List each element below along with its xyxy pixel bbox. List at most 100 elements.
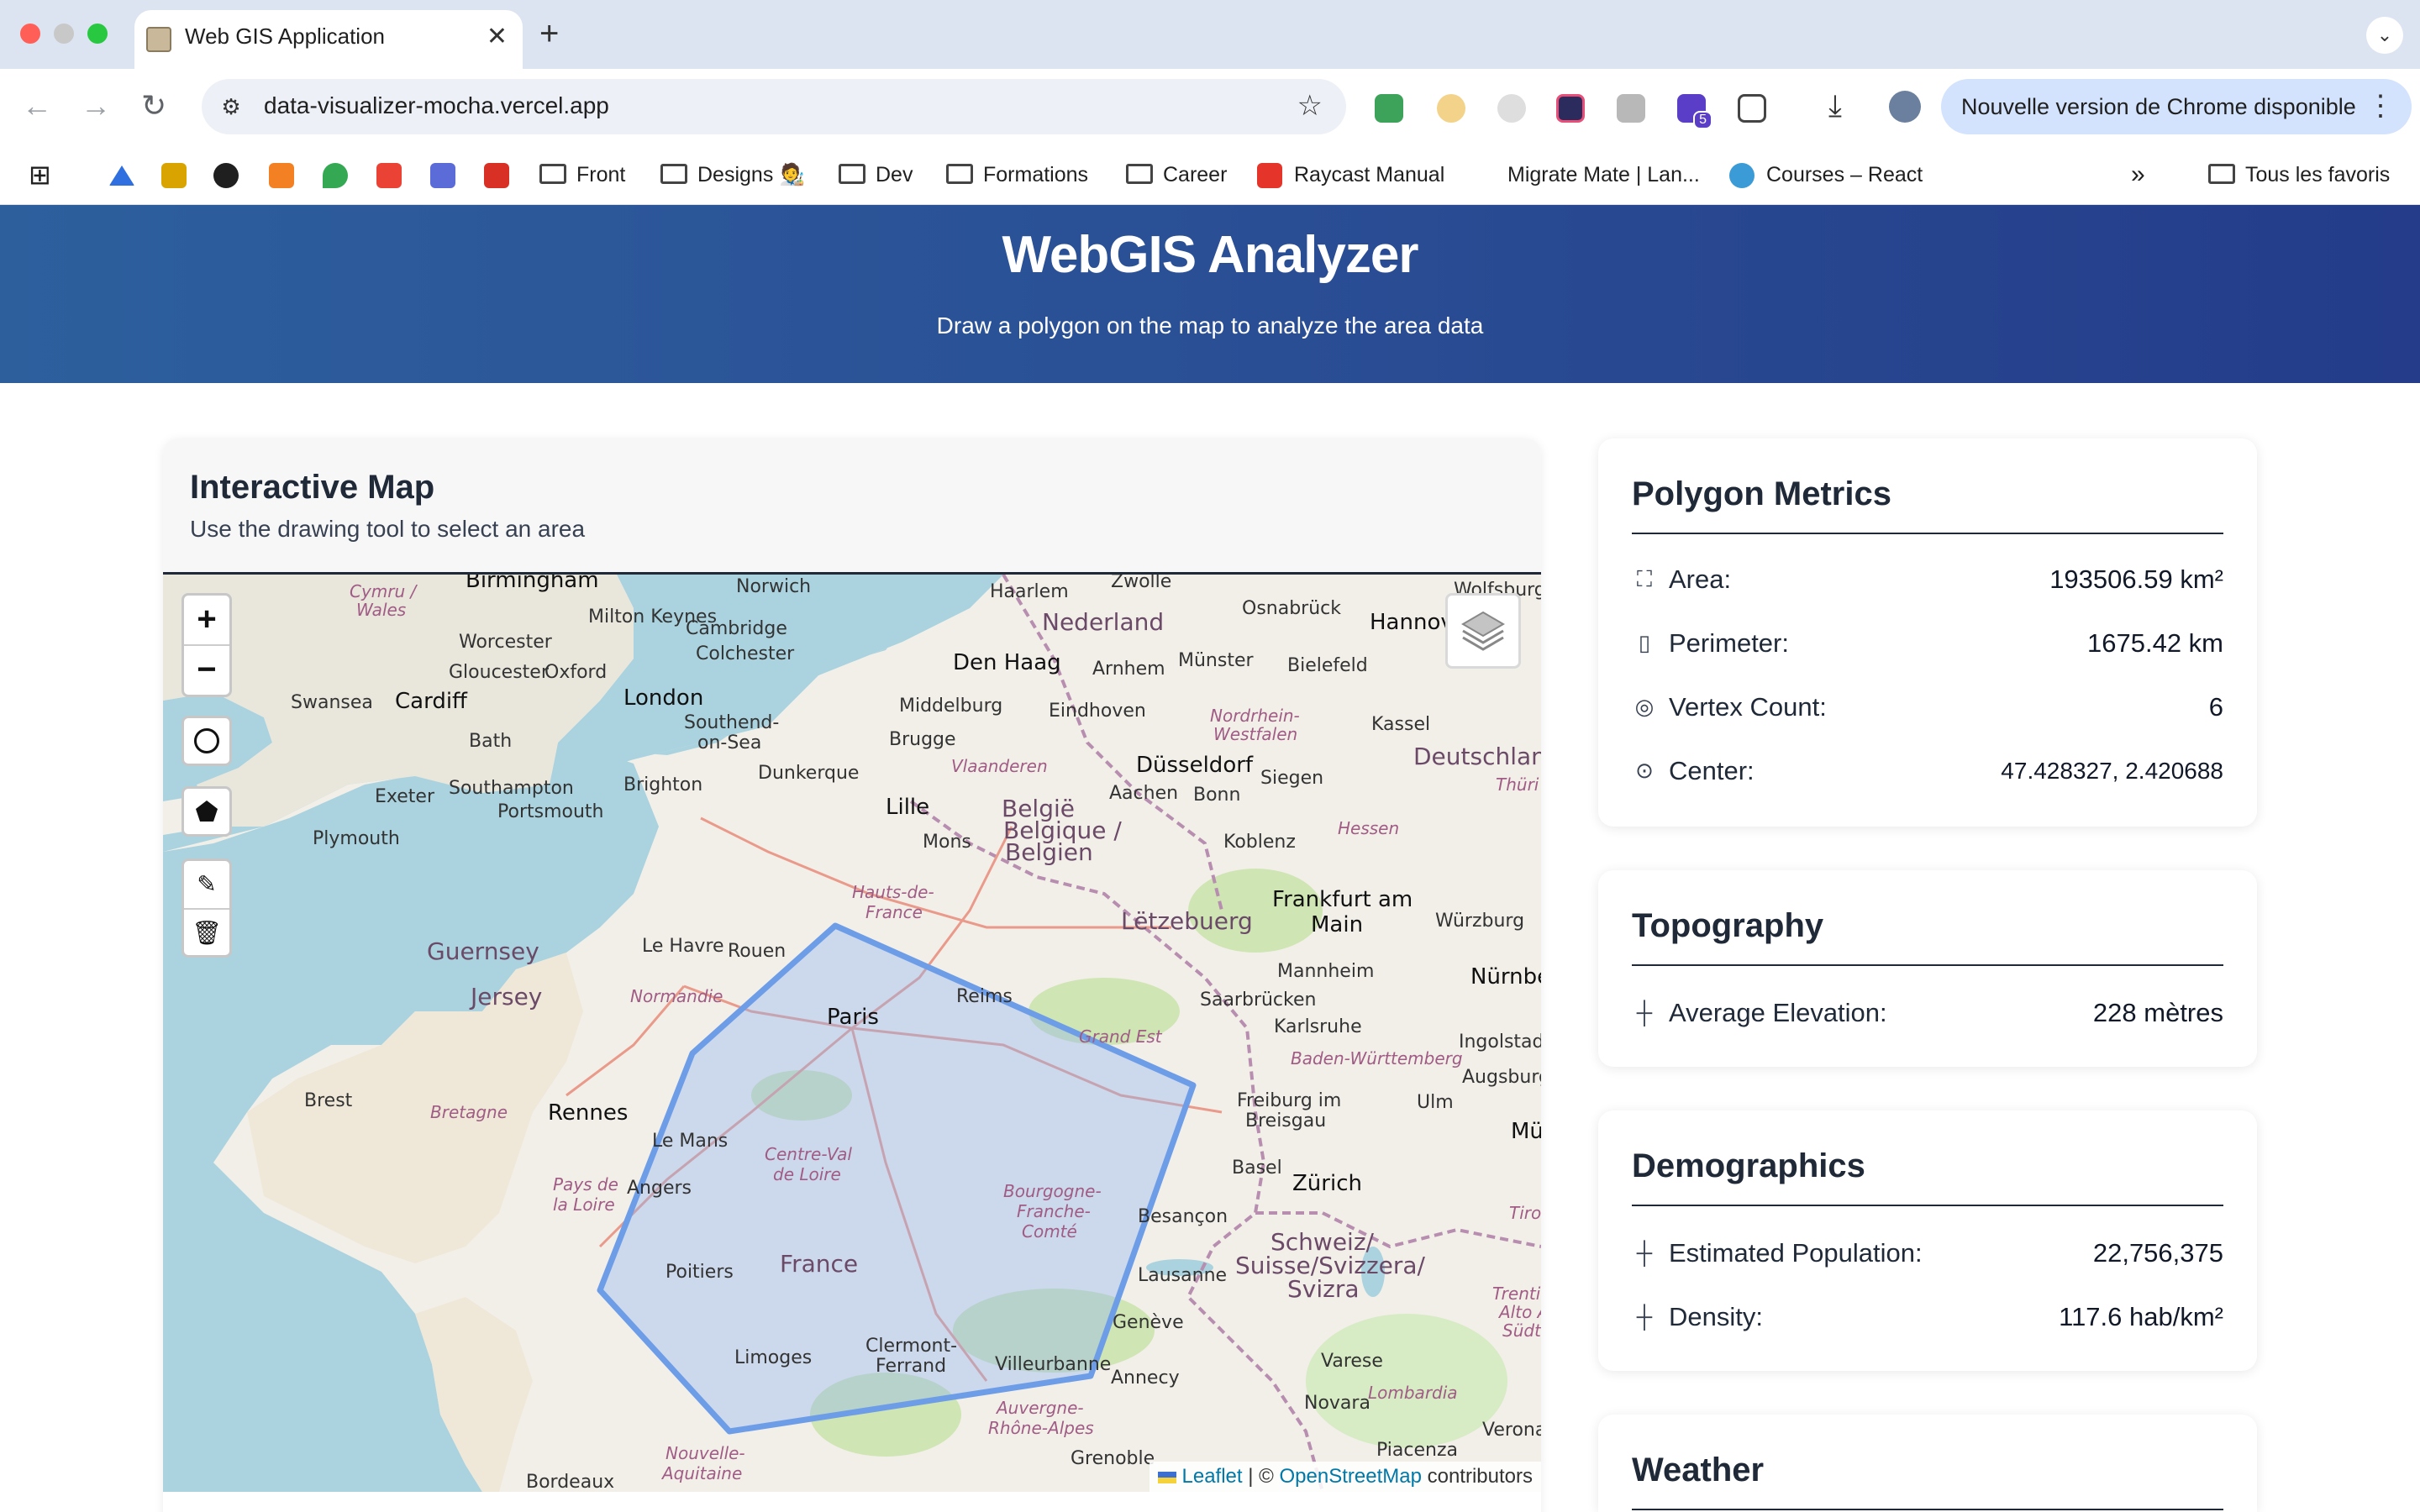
tab-title: Web GIS Application [185, 24, 385, 49]
map-label: Bourgogne- [1003, 1181, 1102, 1201]
bookmark-stackoverflow-icon[interactable] [269, 163, 294, 188]
extension-cloud-icon[interactable] [1497, 94, 1526, 123]
map-label: Birmingham [466, 575, 599, 593]
bookmark-maps-icon[interactable] [323, 163, 348, 188]
tab-search-chevron-icon[interactable]: ⌄ [2366, 17, 2403, 54]
folder-icon [1126, 164, 1153, 185]
bookmark-wr-icon[interactable] [430, 163, 455, 188]
map-label: Vlaanderen [951, 756, 1048, 776]
map-label: France [780, 1250, 859, 1278]
bookmark-drive-icon[interactable] [109, 165, 134, 186]
map-label: Portsmouth [497, 801, 604, 822]
leaflet-link[interactable]: Leaflet [1182, 1465, 1243, 1488]
back-button[interactable]: ← [22, 87, 52, 124]
bookmark-github-icon[interactable] [213, 163, 239, 188]
browser-toolbar: ← → ↻ ⚙ data-visualizer-mocha.vercel.app… [0, 69, 2420, 144]
edit-layers-icon[interactable]: ✎ [184, 861, 229, 908]
trash-icon[interactable]: 🗑 [184, 910, 229, 957]
map-label: Bonn [1193, 785, 1241, 806]
minimize-window-button[interactable] [54, 24, 74, 44]
map-label: Cymru / [350, 581, 417, 601]
chrome-update-button[interactable]: Nouvelle version de Chrome disponible ⋮ [1941, 79, 2412, 134]
map-label: Besançon [1138, 1206, 1228, 1227]
more-menu-icon[interactable]: ⋮ [2366, 89, 2395, 123]
interactive-map[interactable]: Birmingham Norwich Haarlem Zwolle Wolfsb… [163, 575, 1541, 1492]
zoom-in-button[interactable]: + [184, 596, 229, 643]
map-card: Interactive Map Use the drawing tool to … [163, 438, 1541, 1512]
map-label: London [623, 685, 704, 711]
forward-button[interactable]: → [81, 87, 111, 124]
layers-button[interactable] [1445, 593, 1521, 669]
bookmark-folder-formations[interactable]: Formations [946, 160, 1088, 190]
more-bookmarks-chevron-icon[interactable]: » [2131, 160, 2145, 190]
weather-panel: Weather [1598, 1415, 2257, 1512]
bookmark-folder-dev[interactable]: Dev [839, 160, 913, 190]
map-label: Southend- [684, 712, 780, 733]
close-window-button[interactable] [20, 24, 40, 44]
bookmark-raycast-manual[interactable]: Raycast Manual [1294, 160, 1444, 190]
bookmark-folder-front[interactable]: Front [539, 160, 625, 190]
bookmark-star-icon[interactable]: ☆ [1297, 89, 1323, 123]
bookmark-folder-career[interactable]: Career [1126, 160, 1227, 190]
map-label: Nouvelle- [666, 1443, 745, 1463]
browser-tab[interactable]: Web GIS Application ✕ [134, 10, 523, 69]
new-tab-button[interactable]: + [539, 15, 559, 52]
map-label: Le Mans [652, 1131, 729, 1152]
map-label: Hauts-de- [852, 882, 934, 902]
map-label: Brighton [623, 774, 703, 795]
bookmark-folder-designs[interactable]: Designs 🧑‍🎨 [660, 160, 805, 190]
map-label: Nordrhein- [1210, 706, 1300, 726]
map-label: Koblenz [1223, 832, 1296, 853]
page-title: WebGIS Analyzer [1002, 226, 1419, 284]
profile-avatar[interactable] [1889, 91, 1921, 123]
extension-camera-icon[interactable] [1617, 94, 1645, 123]
map-label: Villeurbanne [995, 1354, 1112, 1375]
metric-population: ┼ Estimated Population: 22,756,375 [1632, 1235, 2223, 1272]
map-label: Grenoble [1071, 1448, 1155, 1469]
map-label: Alto A [1499, 1302, 1541, 1322]
bookmark-courses-react[interactable]: Courses – React [1766, 160, 1923, 190]
map-label: Novara [1304, 1393, 1370, 1414]
map-label: Reims [956, 986, 1013, 1007]
map-label: Bielefeld [1287, 655, 1368, 676]
browser-tab-bar: Web GIS Application ✕ + ⌄ [0, 0, 2420, 69]
draw-circle-button[interactable] [182, 716, 232, 766]
folder-icon [660, 164, 687, 185]
map-label: Augsburg [1462, 1067, 1541, 1088]
zoom-control: + − [182, 593, 232, 697]
downloads-icon[interactable]: ⤓ [1828, 87, 1842, 124]
all-bookmarks-folder[interactable]: Tous les favoris [2208, 160, 2390, 190]
site-info-icon[interactable]: ⚙ [217, 92, 245, 121]
map-label: Rhône-Alpes [988, 1418, 1094, 1438]
maximize-window-button[interactable] [87, 24, 108, 44]
bookmark-gmail-icon[interactable] [376, 163, 402, 188]
map-label: Wales [356, 600, 407, 620]
map-label: la Loire [553, 1194, 615, 1215]
map-label: Normandie [630, 986, 723, 1006]
bookmark-badge-icon[interactable] [161, 163, 187, 188]
extensions-puzzle-icon[interactable] [1738, 94, 1766, 123]
map-label: Lausanne [1138, 1265, 1228, 1286]
panel-divider [1632, 1205, 2223, 1206]
extension-frog-icon[interactable] [1375, 94, 1403, 123]
metric-value: 193506.59 km² [2049, 564, 2223, 594]
bookmark-red-icon[interactable] [484, 163, 509, 188]
address-bar[interactable]: ⚙ data-visualizer-mocha.vercel.app ☆ [202, 79, 1346, 134]
bookmark-migrate-mate[interactable]: Migrate Mate | Lan... [1507, 160, 1700, 190]
panel-divider [1632, 533, 2223, 534]
map-label: Centre-Val [765, 1144, 852, 1164]
osm-link[interactable]: OpenStreetMap [1280, 1465, 1422, 1488]
reload-button[interactable]: ↻ [141, 87, 166, 124]
map-label: Saarbrücken [1200, 990, 1317, 1011]
map-label: Ulm [1417, 1092, 1454, 1113]
map-label: Nürnbe [1470, 964, 1541, 990]
topography-panel: Topography ┼ Average Elevation: 228 mètr… [1598, 870, 2257, 1067]
tab-close-icon[interactable]: ✕ [487, 22, 508, 52]
zoom-out-button[interactable]: − [184, 646, 229, 693]
draw-polygon-button[interactable] [182, 786, 232, 837]
extension-hat-icon[interactable]: 5 [1677, 94, 1712, 129]
extension-palette-icon[interactable] [1556, 94, 1585, 123]
apps-grid-icon[interactable]: ⊞ [29, 160, 51, 190]
crosshair-icon: ┼ [1636, 1240, 1653, 1265]
extension-cookie-icon[interactable] [1437, 94, 1465, 123]
